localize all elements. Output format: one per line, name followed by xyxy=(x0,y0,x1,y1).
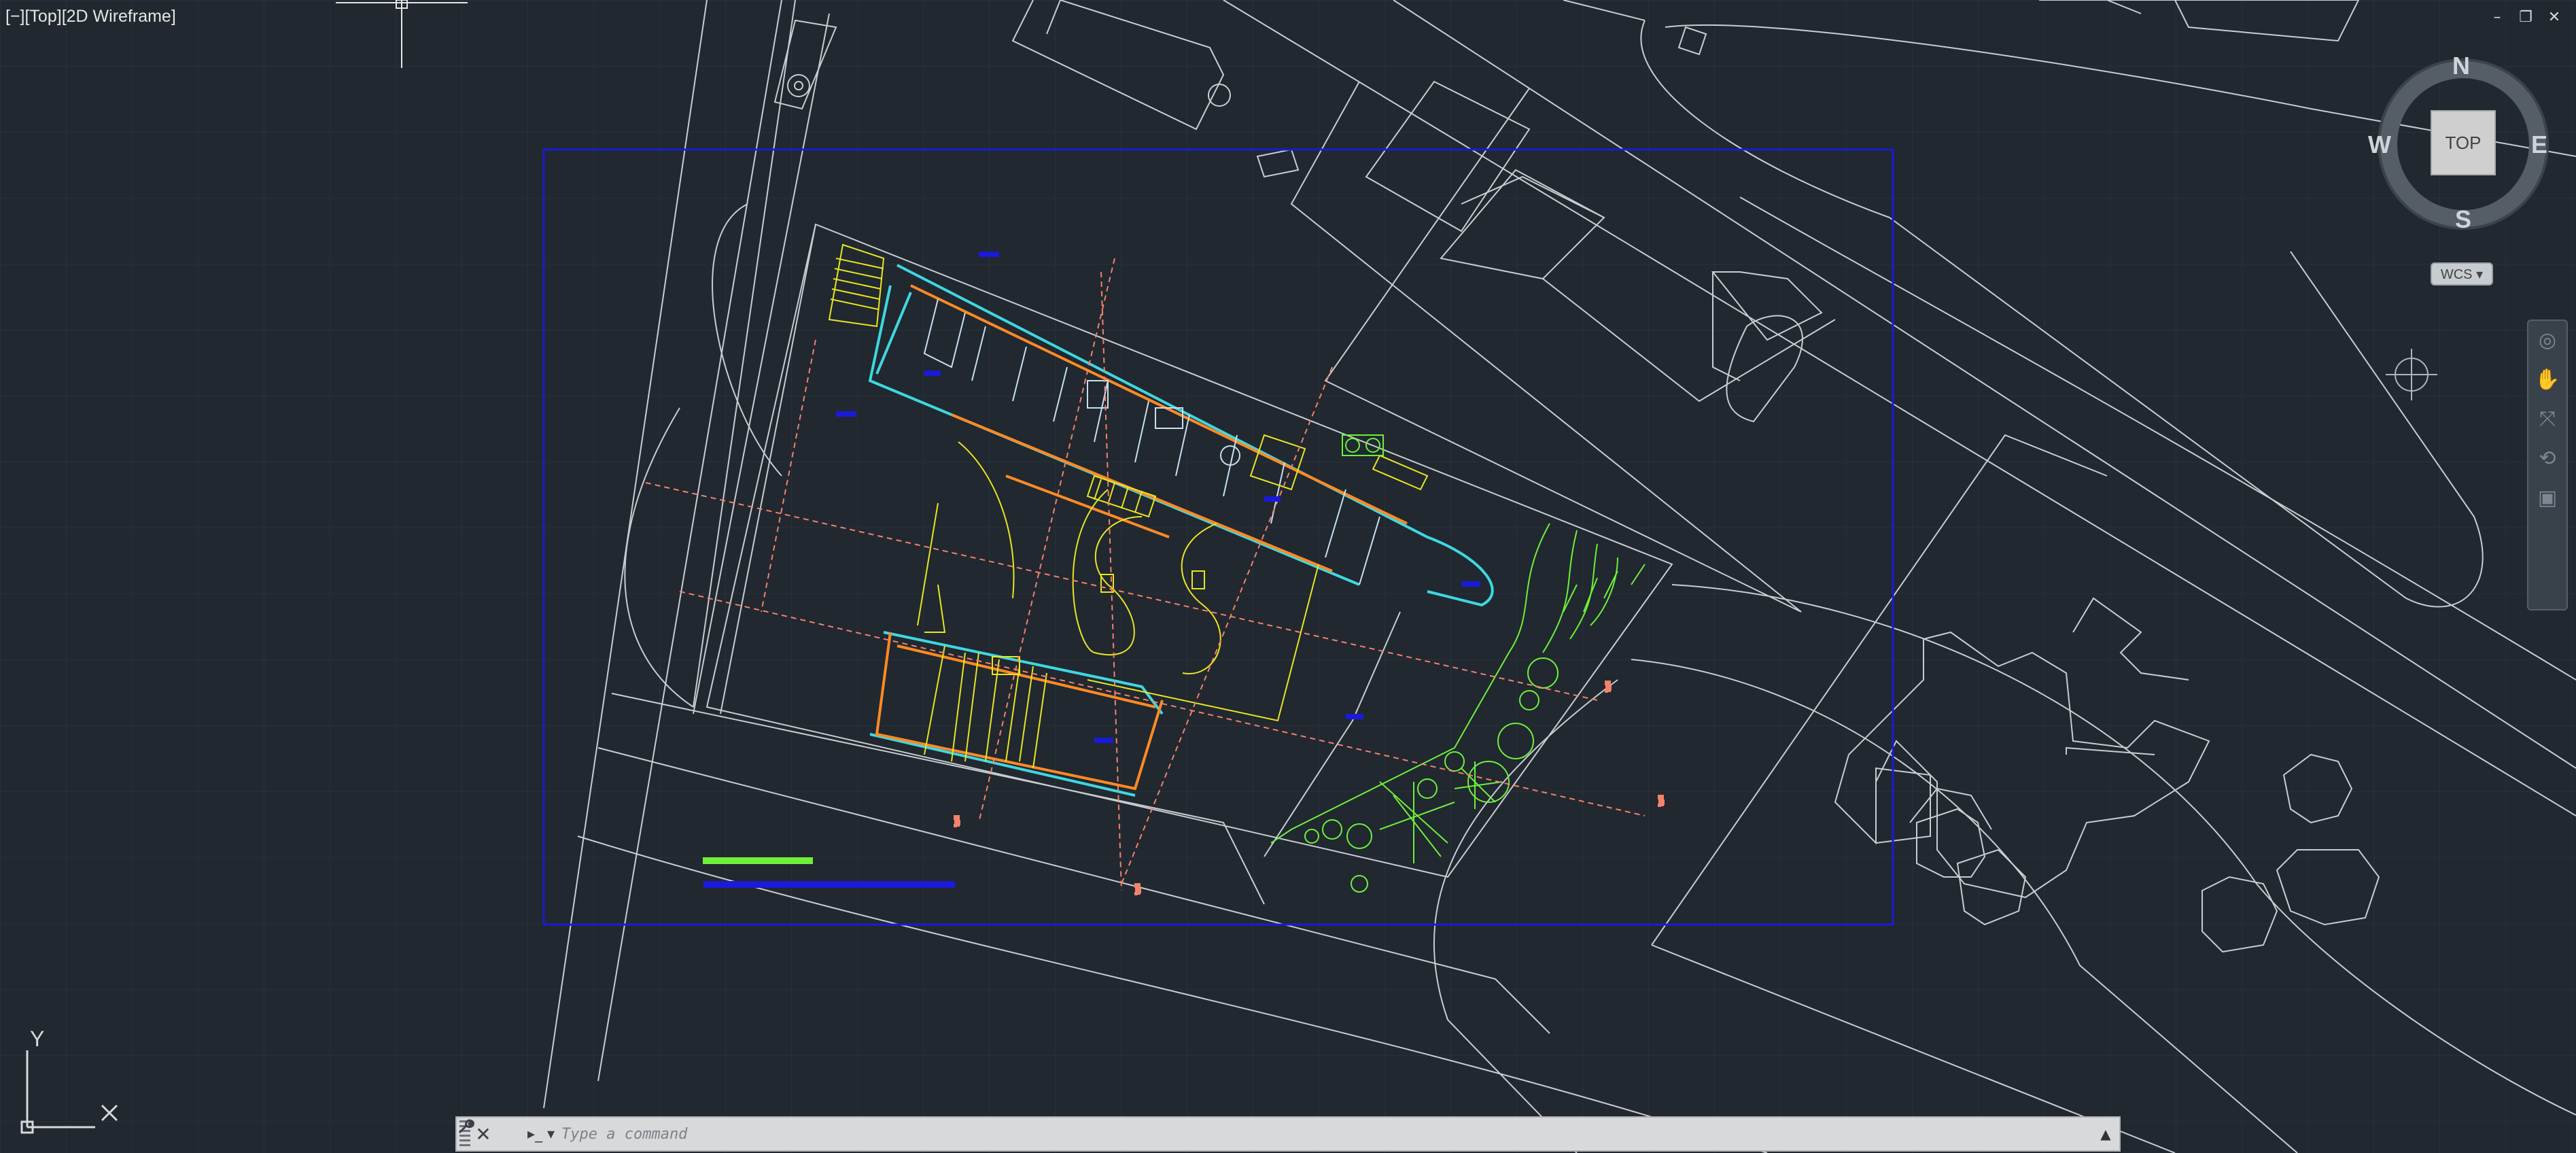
viewport-controls-label[interactable]: [−][Top][2D Wireframe] xyxy=(5,7,176,27)
viewcube-east[interactable]: E xyxy=(2531,131,2547,159)
viewcube-top-face[interactable]: TOP xyxy=(2431,110,2496,175)
orbit-icon[interactable]: ⟲ xyxy=(2528,439,2566,479)
navigation-bar: ◎ ✋ ⤧ ⟲ ▣ xyxy=(2527,320,2568,610)
minimize-icon[interactable]: – xyxy=(2489,10,2505,26)
pan-icon[interactable]: ✋ xyxy=(2528,360,2566,400)
recent-commands-icon[interactable]: ▸_ ▾ xyxy=(522,1120,560,1148)
restore-icon[interactable]: ❐ xyxy=(2518,10,2534,26)
viewcube-south[interactable]: S xyxy=(2455,205,2471,234)
viewcube-west[interactable]: W xyxy=(2368,131,2391,159)
command-history-expand-icon[interactable]: ▲ xyxy=(2092,1120,2119,1148)
drawing-viewport[interactable]: [−][Top][2D Wireframe] – ❐ ✕ N S E W TOP… xyxy=(0,0,2576,1153)
command-line: ✕ ▸_ ▾ ▲ xyxy=(455,1116,2121,1152)
showmotion-icon[interactable]: ▣ xyxy=(2528,479,2566,518)
command-input[interactable] xyxy=(560,1120,2092,1148)
steering-wheel-icon[interactable]: ◎ xyxy=(2528,321,2566,360)
drawing-canvas[interactable] xyxy=(0,0,2576,1153)
wcs-menu-button[interactable]: WCS ▾ xyxy=(2431,262,2493,286)
close-icon[interactable]: ✕ xyxy=(2546,10,2562,26)
viewport-window-controls: – ❐ ✕ xyxy=(2489,10,2562,26)
zoom-extents-icon[interactable]: ⤧ xyxy=(2528,400,2566,439)
ucs-y-label: Y xyxy=(30,1027,45,1051)
customize-wrench-icon[interactable] xyxy=(458,1119,522,1148)
viewcube-north[interactable]: N xyxy=(2452,52,2470,80)
grid-background xyxy=(0,0,2576,1153)
